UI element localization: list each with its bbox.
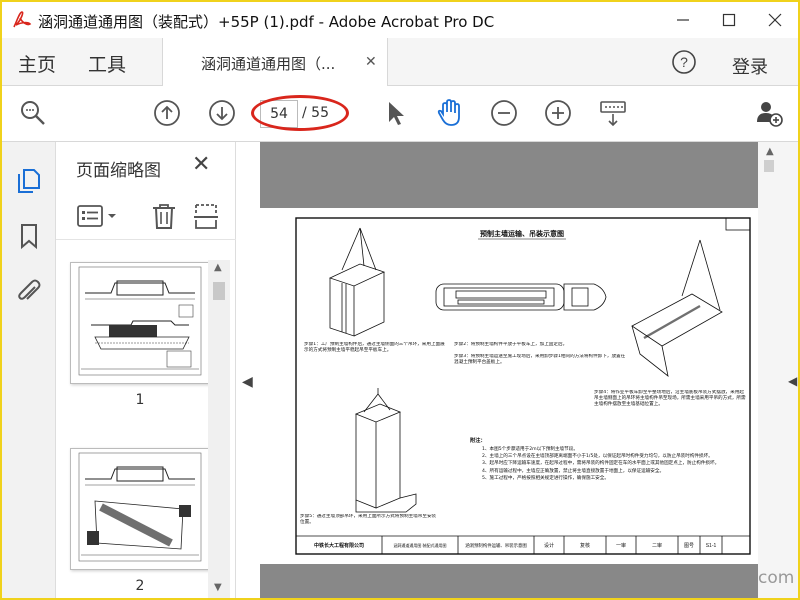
help-icon[interactable]: ? — [671, 49, 697, 75]
note-item: 1、本图5个步骤适用于2m以下预制主墙节段。 — [482, 447, 578, 452]
notes-title: 附注： — [470, 436, 486, 444]
truck-illustration — [435, 283, 607, 311]
thumbnail-scrollbar-thumb[interactable] — [213, 282, 225, 300]
document-view: 预制主墙运输、吊装示意图 步骤1：工厂预制主墙构件后，通过主墙侧面的三个吊环，采… — [260, 142, 758, 598]
expand-right-panel-arrow-icon[interactable]: ◀ — [788, 374, 797, 388]
note-item: 4、所有运输过程中，主墙应正确放置，禁止将主墙直接放置于地面上，以保证运输安全。 — [482, 468, 665, 474]
bookmark-icon[interactable] — [15, 222, 43, 250]
zoom-out-icon[interactable] — [489, 98, 519, 128]
thumbnail-1-drawing — [78, 266, 202, 376]
collapse-panel-arrow-icon[interactable]: ◀ — [242, 374, 253, 390]
footer-company: 中铁长大工程有限公司 — [314, 542, 364, 549]
footer-first-check: 一审 — [616, 542, 626, 549]
svg-text:?: ? — [680, 54, 688, 70]
close-tab-icon[interactable]: ✕ — [365, 54, 377, 70]
footer-second-check: 二审 — [652, 542, 662, 549]
note-item: 2、主墙上的三个吊点设在主墙顶部距离端面不小于1/5处，以保证起吊时构件受力均匀… — [482, 454, 713, 460]
maximize-button[interactable] — [706, 2, 752, 38]
panel-close-icon[interactable]: ✕ — [192, 152, 210, 177]
notes-box: 1、本图5个步骤适用于2m以下预制主墙节段。 2、主墙上的三个吊点设在主墙顶部距… — [482, 447, 720, 481]
engineering-drawing: 预制主墙运输、吊装示意图 步骤1：工厂预制主墙构件后，通过主墙侧面的三个吊环，采… — [295, 217, 751, 555]
step1-illustration — [328, 227, 386, 337]
page-down-icon[interactable] — [207, 98, 237, 128]
hand-tool-icon[interactable] — [434, 98, 464, 128]
watermark-text: com — [758, 568, 795, 588]
pdf-page: 预制主墙运输、吊装示意图 步骤1：工厂预制主墙构件后，通过主墙侧面的三个吊环，采… — [260, 208, 758, 564]
crop-icon[interactable] — [192, 202, 220, 230]
note-item: 5、施工过程中，严格按照相关规定进行操作，确保施工安全。 — [482, 475, 609, 481]
page-up-icon[interactable] — [152, 98, 182, 128]
zoom-in-icon[interactable] — [543, 98, 573, 128]
scroll-down-arrow-icon[interactable]: ▼ — [214, 582, 222, 593]
menu-tools[interactable]: 工具 — [88, 50, 126, 77]
thumbnail-label-1: 1 — [135, 392, 145, 408]
share-user-icon[interactable] — [754, 98, 784, 128]
page-number-highlight — [251, 95, 349, 131]
minimize-icon — [677, 19, 689, 21]
window-title: 涵洞通道通用图（装配式）+55P (1).pdf - Adobe Acrobat… — [38, 13, 495, 31]
step2-text: 步骤2：将预制主墙构件平放于平板车上，加上固定后。 — [454, 342, 568, 347]
maximize-icon — [722, 13, 736, 27]
thumbnail-label-2: 2 — [135, 578, 145, 594]
login-link[interactable]: 登录 — [732, 53, 768, 79]
footer-design: 设计 — [544, 542, 554, 549]
document-tab[interactable]: 涵洞通道通用图（... ✕ — [162, 38, 388, 86]
footer-drawing-no-label: 图号 — [684, 543, 694, 549]
page-thumbnail-2[interactable] — [70, 448, 210, 570]
footer-project: 涵洞通道通用图 装配式通用图 — [393, 542, 446, 548]
toolbar-dropdown-icon[interactable] — [598, 98, 628, 128]
attachment-icon[interactable] — [15, 278, 43, 306]
select-cursor-icon[interactable] — [380, 98, 410, 128]
menu-home[interactable]: 主页 — [18, 50, 56, 77]
title-bar: 涵洞通道通用图（装配式）+55P (1).pdf - Adobe Acrobat… — [2, 2, 798, 38]
doc-scroll-up-arrow-icon[interactable]: ▲ — [766, 146, 774, 157]
acrobat-window: 涵洞通道通用图（装配式）+55P (1).pdf - Adobe Acrobat… — [0, 0, 800, 600]
page-thumbnail-1[interactable] — [70, 262, 210, 384]
thumbnail-scrollbar[interactable]: ▲ ▼ — [208, 260, 230, 598]
step1-text: 步骤1：工厂预制主墙构件后，通过主墙侧面的三个吊环，采用上面展示的方式将预制主墙… — [304, 342, 445, 353]
delete-icon[interactable] — [150, 202, 178, 230]
close-icon — [768, 13, 782, 27]
step5-text-box: 步骤5：通过主墙顶部吊环，采用上面所示方式将预制主墙吊至安装位置。 — [300, 514, 437, 525]
thumbnails-icon[interactable] — [15, 166, 43, 194]
footer-drawing-name: 涵洞预制构件运输、吊装示意图 — [465, 542, 527, 549]
toolbar: 54 / 55 — [2, 86, 798, 142]
footer-drawing-no: S1-1 — [706, 543, 717, 549]
document-scrollbar[interactable]: ▲ ◀ — [758, 142, 798, 598]
search-icon[interactable] — [18, 98, 48, 128]
step1-text-box: 步骤1：工厂预制主墙构件后，通过主墙侧面的三个吊环，采用上面展示的方式将预制主墙… — [304, 342, 445, 353]
note-item: 3、起吊时应下降运输车速度，在起吊过程中，需将吊装的构件固定在车的水平面上或其他… — [482, 461, 720, 467]
doc-scrollbar-thumb[interactable] — [764, 160, 774, 172]
acrobat-logo-icon — [11, 9, 33, 31]
menu-bar: 主页 工具 涵洞通道通用图（... ✕ ? 登录 — [2, 38, 798, 86]
step5-illustration — [354, 388, 417, 513]
panel-title: 页面缩略图 — [76, 161, 161, 181]
step4-text-box: 步骤4：将作业平板车卸至平整场地后，沿主墙底板吊装方式摆放，采用起吊主墙侧面上的… — [594, 390, 746, 407]
step4-illustration — [631, 239, 723, 377]
document-tab-label: 涵洞通道通用图（... — [201, 55, 336, 73]
step3-text: 步骤3：将预制主墙运送至施工现场后，采用卸步骤1相同的方法将构件卸下，放置在混凝… — [454, 354, 626, 365]
navigation-rail — [2, 142, 56, 598]
close-window-button[interactable] — [752, 2, 798, 38]
step4-text: 步骤4：将作业平板车卸至平整场地后，沿主墙底板吊装方式摆放，采用起吊主墙侧面上的… — [594, 390, 746, 407]
options-menu-icon[interactable] — [76, 204, 122, 228]
minimize-button[interactable] — [660, 2, 706, 38]
step3-text-box: 步骤3：将预制主墙运送至施工现场后，采用卸步骤1相同的方法将构件卸下，放置在混凝… — [454, 354, 626, 365]
panel-toolbar — [56, 192, 236, 240]
footer-review: 复核 — [580, 542, 590, 549]
drawing-title: 预制主墙运输、吊装示意图 — [480, 229, 564, 238]
step5-text: 步骤5：通过主墙顶部吊环，采用上面所示方式将预制主墙吊至安装位置。 — [300, 514, 437, 525]
scroll-up-arrow-icon[interactable]: ▲ — [214, 262, 222, 273]
thumbnail-2-drawing — [78, 452, 202, 562]
